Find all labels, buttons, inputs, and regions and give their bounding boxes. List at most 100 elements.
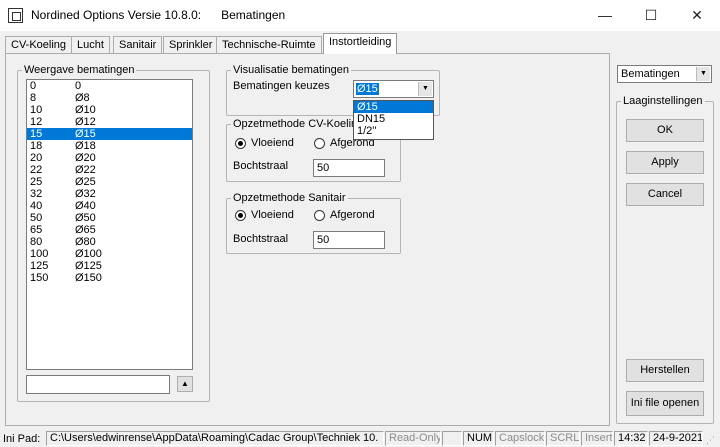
list-item-size: 22 [30, 164, 43, 176]
list-item-size: 80 [30, 236, 43, 248]
list-item[interactable]: 18 Ø18 [27, 140, 192, 152]
maximize-button[interactable]: ☐ [628, 0, 674, 31]
list-item-size: 100 [30, 248, 49, 260]
layer-type-combo[interactable]: Bematingen ▼ [617, 65, 712, 83]
readonly-indicator: Read-Only [385, 431, 441, 446]
cv-vloeiend-label: Vloeiend [251, 137, 294, 149]
sanitair-bochtstraal-input[interactable] [313, 231, 385, 249]
cv-afgerond-radio[interactable] [314, 138, 325, 149]
herstellen-button[interactable]: Herstellen [626, 359, 704, 382]
bematingen-keuzes-dropdown[interactable]: Ø15 DN15 1/2'' [353, 100, 434, 140]
list-item-label: Ø22 [75, 164, 96, 176]
tab-instortleiding[interactable]: Instortleiding [323, 33, 398, 54]
ini-file-openen-button[interactable]: Ini file openen [626, 391, 704, 416]
list-item[interactable]: 22 Ø22 [27, 164, 192, 176]
sanitair-afgerond-radio[interactable] [314, 210, 325, 221]
list-item-size: 125 [30, 260, 49, 272]
tab-cv-koeling[interactable]: CV-Koeling [5, 36, 73, 54]
window-title-main: Nordined Options Versie 10.8.0: [31, 8, 202, 22]
list-item[interactable]: 8 Ø8 [27, 92, 192, 104]
list-item-label: Ø25 [75, 176, 96, 188]
list-item[interactable]: 50 Ø50 [27, 212, 192, 224]
list-item-size: 65 [30, 224, 43, 236]
empty-indicator [442, 431, 462, 446]
tab-lucht[interactable]: Lucht [71, 36, 110, 54]
list-item-size: 50 [30, 212, 43, 224]
capslock-indicator: Capslock [495, 431, 545, 446]
minimize-button[interactable]: — [582, 0, 628, 31]
combo-selected-value: Ø15 [356, 83, 379, 95]
list-item[interactable]: 40 Ø40 [27, 200, 192, 212]
bematingen-keuzes-combo[interactable]: Ø15 ▼ [353, 80, 434, 98]
sanitair-bochtstraal-label: Bochtstraal [233, 233, 289, 245]
laaginstellingen-legend: Laaginstellingen [623, 95, 703, 107]
resize-grip-icon[interactable]: ⋰ [706, 434, 718, 446]
tab-technische-ruimte[interactable]: Technische-Ruimte [216, 36, 322, 54]
list-item[interactable]: 10 Ø10 [27, 104, 192, 116]
list-item-label: Ø125 [75, 260, 102, 272]
list-item[interactable]: 100 Ø100 [27, 248, 192, 260]
chevron-down-icon[interactable]: ▼ [696, 67, 710, 81]
status-bar: Ini Pad: C:\Users\edwinrense\AppData\Roa… [0, 429, 720, 447]
chevron-down-icon[interactable]: ▼ [418, 82, 432, 96]
app-icon[interactable] [8, 8, 23, 23]
dropdown-option[interactable]: 1/2'' [354, 125, 433, 137]
list-item-label: Ø12 [75, 116, 96, 128]
list-item-size: 40 [30, 200, 43, 212]
list-item[interactable]: 25 Ø25 [27, 176, 192, 188]
layer-type-value: Bematingen [621, 68, 680, 80]
list-item-size: 10 [30, 104, 43, 116]
bematingen-keuzes-label: Bematingen keuzes [233, 80, 330, 92]
list-item-size: 18 [30, 140, 43, 152]
list-item-label: Ø8 [75, 92, 90, 104]
list-item[interactable]: 32 Ø32 [27, 188, 192, 200]
list-item-label: Ø80 [75, 236, 96, 248]
list-item[interactable]: 65 Ø65 [27, 224, 192, 236]
window-title-sub: Bematingen [221, 8, 286, 22]
sanitair-afgerond-label: Afgerond [330, 209, 375, 221]
status-time: 14:32 [614, 431, 648, 446]
insert-indicator: Insert [581, 431, 613, 446]
close-button[interactable]: ✕ [674, 0, 720, 31]
title-bar: Nordined Options Versie 10.8.0: Bemating… [0, 0, 720, 31]
dropdown-option[interactable]: DN15 [354, 113, 433, 125]
sanitair-vloeiend-label: Vloeiend [251, 209, 294, 221]
ini-path: C:\Users\edwinrense\AppData\Roaming\Cada… [46, 431, 384, 446]
visualisatie-legend: Visualisatie bematingen [233, 64, 349, 76]
list-item-label: Ø10 [75, 104, 96, 116]
list-item-selected[interactable]: 15 Ø15 [27, 128, 192, 140]
list-item-size: 8 [30, 92, 37, 104]
list-item[interactable]: 150 Ø150 [27, 272, 192, 284]
apply-button[interactable]: Apply [626, 151, 704, 174]
list-item[interactable]: 00 [27, 80, 192, 92]
bemating-input[interactable] [26, 375, 170, 394]
ok-button[interactable]: OK [626, 119, 704, 142]
move-up-button[interactable]: ▲ [177, 376, 193, 392]
list-item[interactable]: 125 Ø125 [27, 260, 192, 272]
cv-bochtstraal-input[interactable] [313, 159, 385, 177]
list-item-label: Ø150 [75, 272, 102, 284]
cancel-button[interactable]: Cancel [626, 183, 704, 206]
sanitair-legend: Opzetmethode Sanitair [233, 192, 346, 204]
bematingen-listbox[interactable]: 00 8 Ø8 10 Ø10 12 Ø12 15 Ø15 18 Ø18 20 Ø20 22 Ø… [26, 79, 193, 370]
dropdown-option[interactable]: Ø15 [354, 101, 433, 113]
tab-sanitair[interactable]: Sanitair [113, 36, 163, 54]
tab-sprinkler[interactable]: Sprinkler [163, 36, 219, 54]
list-item-size: 0 [30, 80, 37, 92]
cv-vloeiend-radio[interactable] [235, 138, 246, 149]
list-item-size: 20 [30, 152, 43, 164]
window-title: Nordined Options Versie 10.8.0: Bemating… [31, 8, 285, 22]
list-item-size: 25 [30, 176, 43, 188]
weergave-legend: Weergave bematingen [24, 64, 135, 76]
scrl-indicator: SCRL [546, 431, 580, 446]
list-item[interactable]: 80 Ø80 [27, 236, 192, 248]
list-item[interactable]: 12 Ø12 [27, 116, 192, 128]
sanitair-vloeiend-radio[interactable] [235, 210, 246, 221]
list-item-label: Ø20 [75, 152, 96, 164]
list-item-label: Ø18 [75, 140, 96, 152]
list-item-label: Ø65 [75, 224, 96, 236]
list-item-size: 12 [30, 116, 43, 128]
list-item[interactable]: 20 Ø20 [27, 152, 192, 164]
list-item-label: Ø40 [75, 200, 96, 212]
list-item-label: Ø100 [75, 248, 102, 260]
